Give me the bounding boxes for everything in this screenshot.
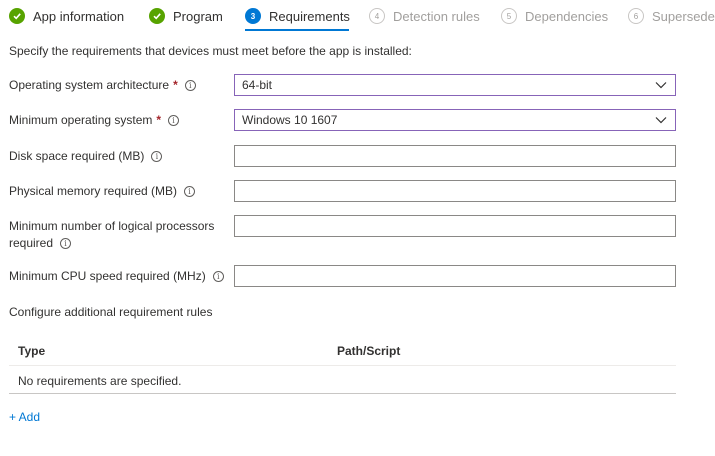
- field-label: Physical memory required (MB): [9, 184, 178, 198]
- table-bottom-divider: [9, 393, 676, 394]
- step-number-badge: 4: [369, 8, 385, 24]
- add-requirement-link[interactable]: + Add: [9, 410, 40, 424]
- field-label-line1: Minimum number of logical processors: [9, 219, 215, 233]
- logical-processors-label: Minimum number of logical processors req…: [9, 219, 214, 250]
- step-label: App information: [33, 8, 125, 24]
- column-header-path-script: Path/Script: [337, 344, 401, 358]
- required-marker: *: [173, 78, 178, 92]
- checkmark-icon: [9, 8, 25, 24]
- logical-processors-input[interactable]: [234, 215, 676, 237]
- intro-text: Specify the requirements that devices mu…: [9, 44, 412, 58]
- step-number-badge: 5: [501, 8, 517, 24]
- info-icon[interactable]: i: [212, 270, 224, 282]
- chevron-down-icon: [655, 82, 667, 89]
- field-label: Minimum CPU speed required (MHz): [9, 269, 206, 283]
- info-icon[interactable]: i: [184, 79, 196, 91]
- field-label: Minimum operating system: [9, 113, 153, 127]
- os-architecture-dropdown[interactable]: 64-bit: [234, 74, 676, 96]
- step-dependencies[interactable]: 5 Dependencies: [501, 6, 608, 26]
- dropdown-value: Windows 10 1607: [242, 113, 338, 127]
- wizard-steps: App information Program 3 Requirements 4…: [0, 0, 715, 32]
- additional-rules-heading: Configure additional requirement rules: [9, 305, 213, 319]
- step-app-information[interactable]: App information: [9, 6, 124, 26]
- physical-memory-label: Physical memory required (MB) i: [9, 184, 196, 198]
- step-number-badge: 3: [245, 8, 261, 24]
- disk-space-input[interactable]: [234, 145, 676, 167]
- step-supersedence[interactable]: 6 Supersedence: [628, 6, 715, 26]
- step-label: Dependencies: [525, 8, 609, 24]
- active-step-underline: [245, 29, 349, 31]
- min-os-dropdown[interactable]: Windows 10 1607: [234, 109, 676, 131]
- step-label: Program: [173, 8, 223, 24]
- step-label: Detection rules: [393, 8, 480, 24]
- step-label: Supersedence: [652, 8, 715, 24]
- info-icon[interactable]: i: [168, 114, 180, 126]
- column-header-type: Type: [18, 344, 46, 358]
- cpu-speed-label: Minimum CPU speed required (MHz) i: [9, 269, 224, 283]
- checkmark-icon: [149, 8, 165, 24]
- step-detection-rules[interactable]: 4 Detection rules: [369, 6, 480, 26]
- info-icon[interactable]: i: [60, 237, 72, 249]
- cpu-speed-input[interactable]: [234, 265, 676, 287]
- step-label: Requirements: [269, 8, 350, 24]
- empty-table-message: No requirements are specified.: [18, 374, 182, 388]
- step-program[interactable]: Program: [149, 6, 223, 26]
- dropdown-value: 64-bit: [242, 78, 273, 92]
- table-header-divider: [9, 365, 676, 366]
- required-marker: *: [156, 113, 162, 127]
- field-label: Disk space required (MB): [9, 149, 145, 163]
- os-architecture-label: Operating system architecture * i: [9, 78, 196, 92]
- disk-space-label: Disk space required (MB) i: [9, 149, 163, 163]
- field-label-line2: required: [9, 236, 54, 250]
- step-number-badge: 6: [628, 8, 644, 24]
- field-label: Operating system architecture: [9, 78, 170, 92]
- min-os-label: Minimum operating system * i: [9, 113, 180, 127]
- chevron-down-icon: [655, 117, 667, 124]
- info-icon[interactable]: i: [151, 150, 163, 162]
- info-icon[interactable]: i: [184, 185, 196, 197]
- physical-memory-input[interactable]: [234, 180, 676, 202]
- step-requirements[interactable]: 3 Requirements: [245, 6, 350, 26]
